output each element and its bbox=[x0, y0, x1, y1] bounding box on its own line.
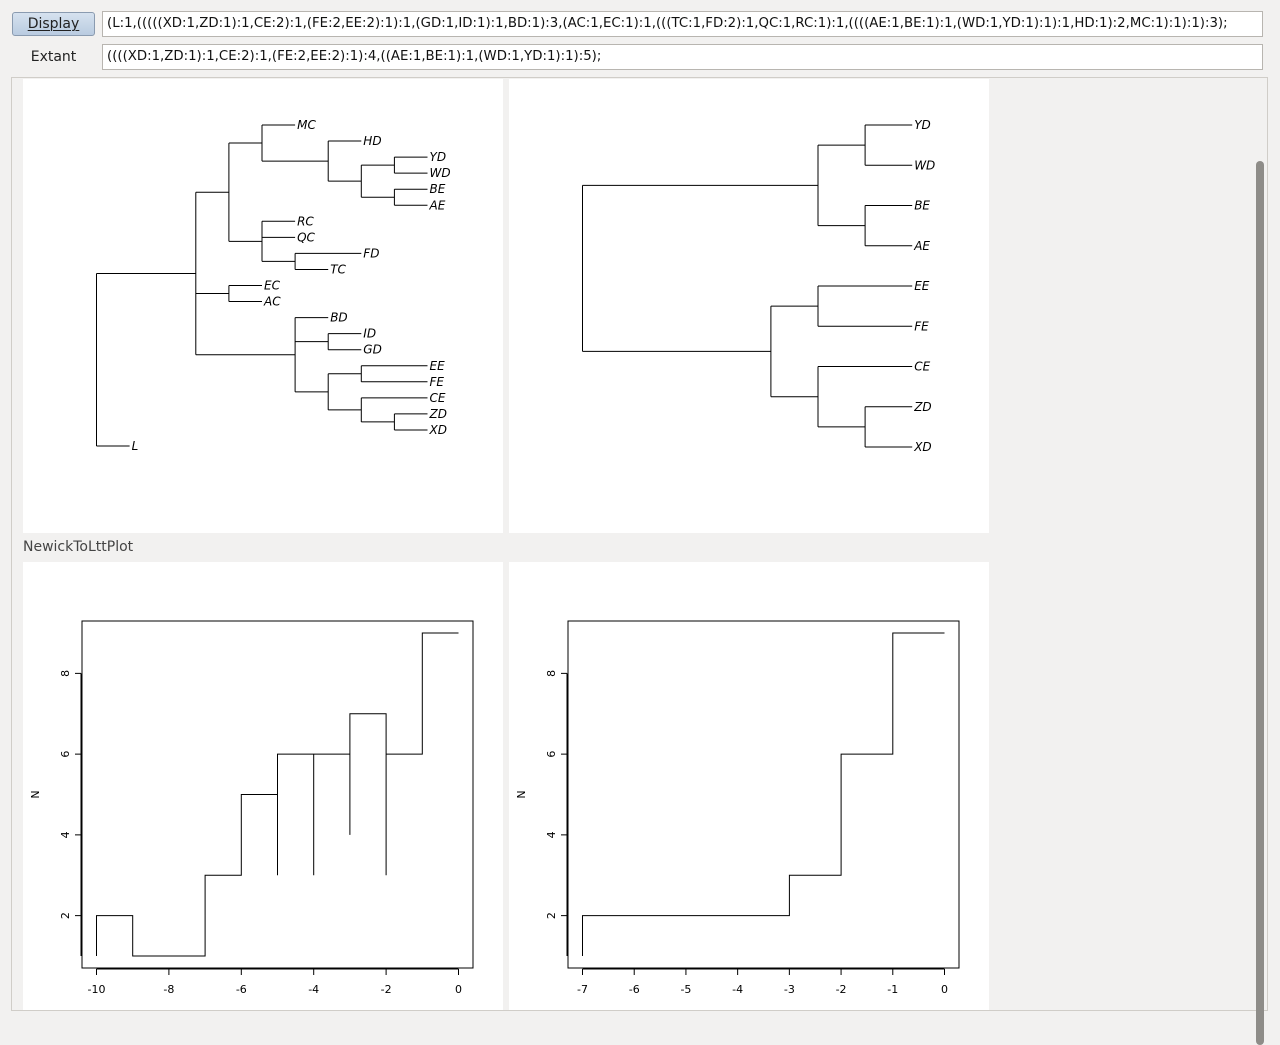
tree-tip-label: WD bbox=[430, 166, 451, 180]
y-tick-label: 4 bbox=[59, 831, 72, 838]
full-tree-panel: L XD ZD CE FE EE GD ID BD AC EC TC FD QC RC AE BE WD YD HD M… bbox=[23, 79, 503, 533]
scrollbar-thumb[interactable] bbox=[1256, 161, 1264, 1045]
ltt-plot-full: -10 -8 -6 -4 -2 0 2 4 6 8 N bbox=[29, 620, 474, 996]
x-tick-label: 0 bbox=[455, 983, 462, 996]
x-tick-label: -4 bbox=[308, 983, 319, 996]
x-tick-label: -2 bbox=[836, 983, 847, 996]
y-tick-label: 2 bbox=[59, 912, 72, 919]
tree-tip-label: AC bbox=[263, 295, 281, 309]
extant-tree-panel: XD ZD CE FE EE AE BE WD YD bbox=[509, 79, 989, 533]
tree-tip-label: QC bbox=[297, 230, 315, 244]
tree-tip-label: L bbox=[132, 439, 139, 453]
tree-tip-label: ID bbox=[363, 327, 376, 341]
tree-tip-label: XD bbox=[913, 440, 931, 454]
tree-tip-label: HD bbox=[363, 134, 381, 148]
y-tick-label: 8 bbox=[545, 670, 558, 677]
x-tick-label: -2 bbox=[381, 983, 392, 996]
ltt-plot-full-panel: -10 -8 -6 -4 -2 0 2 4 6 8 N bbox=[23, 562, 503, 1010]
vertical-scrollbar[interactable] bbox=[1253, 79, 1267, 1045]
y-tick-label: 2 bbox=[545, 912, 558, 919]
tree-tip-label: GD bbox=[363, 343, 382, 357]
tree-tip-label: YD bbox=[430, 150, 447, 164]
display-button[interactable]: Display bbox=[12, 12, 95, 36]
tree-tip-label: ZD bbox=[913, 400, 931, 414]
extant-newick-input[interactable]: ((((XD:1,ZD:1):1,CE:2):1,(FE:2,EE:2):1):… bbox=[102, 44, 1263, 70]
extant-tree-plot: XD ZD CE FE EE AE BE WD YD bbox=[582, 118, 935, 454]
x-tick-label: -3 bbox=[784, 983, 795, 996]
x-tick-label: -4 bbox=[732, 983, 743, 996]
y-tick-label: 4 bbox=[545, 831, 558, 838]
x-tick-label: 0 bbox=[941, 983, 948, 996]
x-tick-label: -6 bbox=[236, 983, 247, 996]
ltt-plot-extant: -7 -6 -5 -4 -3 -2 -1 0 2 4 6 8 N bbox=[515, 620, 960, 996]
full-tree-plot: L XD ZD CE FE EE GD ID BD AC EC TC FD QC RC AE BE WD YD HD M… bbox=[96, 118, 451, 453]
x-tick-label: -8 bbox=[163, 983, 174, 996]
ltt-series-line bbox=[96, 632, 459, 957]
y-tick-label: 8 bbox=[59, 670, 72, 677]
tree-tip-label: AE bbox=[429, 198, 446, 212]
tree-tip-label: TC bbox=[330, 262, 346, 276]
x-tick-label: -7 bbox=[577, 983, 588, 996]
tree-tip-label: FE bbox=[914, 319, 929, 333]
tree-tip-label: YD bbox=[914, 118, 931, 132]
tree-tip-label: BE bbox=[430, 182, 446, 196]
tree-tip-label: WD bbox=[914, 158, 935, 172]
tree-tip-label: RC bbox=[297, 214, 314, 228]
ltt-plot-extant-panel: -7 -6 -5 -4 -3 -2 -1 0 2 4 6 8 N bbox=[509, 562, 989, 1010]
tree-tip-label: BE bbox=[914, 199, 930, 213]
tree-tip-label: CE bbox=[914, 360, 930, 374]
tree-tip-label: EE bbox=[430, 359, 446, 373]
x-tick-label: -5 bbox=[680, 983, 691, 996]
x-tick-label: -6 bbox=[629, 983, 640, 996]
tree-tip-label: FD bbox=[363, 246, 379, 260]
tree-tip-label: FE bbox=[430, 375, 445, 389]
x-tick-label: -1 bbox=[887, 983, 898, 996]
tree-tip-label: EE bbox=[914, 279, 930, 293]
tree-tip-label: AE bbox=[913, 239, 930, 253]
y-axis-label: N bbox=[515, 790, 528, 798]
tree-tip-label: CE bbox=[430, 391, 446, 405]
display-newick-input[interactable]: (L:1,(((((XD:1,ZD:1):1,CE:2):1,(FE:2,EE:… bbox=[102, 11, 1263, 37]
section-title: NewickToLttPlot bbox=[23, 539, 134, 555]
display-button-label: Display bbox=[27, 16, 80, 32]
extant-label: Extant bbox=[30, 49, 77, 65]
x-tick-label: -10 bbox=[88, 983, 106, 996]
tree-tip-label: EC bbox=[264, 279, 281, 293]
y-axis-label: N bbox=[29, 790, 42, 798]
tree-tip-label: BD bbox=[330, 311, 347, 325]
y-tick-label: 6 bbox=[59, 751, 72, 758]
ltt-series-line bbox=[582, 632, 945, 956]
tree-tip-label: ZD bbox=[429, 407, 447, 421]
y-tick-label: 6 bbox=[545, 751, 558, 758]
tree-tip-label: MC bbox=[297, 118, 316, 132]
tree-tip-label: XD bbox=[429, 423, 447, 437]
